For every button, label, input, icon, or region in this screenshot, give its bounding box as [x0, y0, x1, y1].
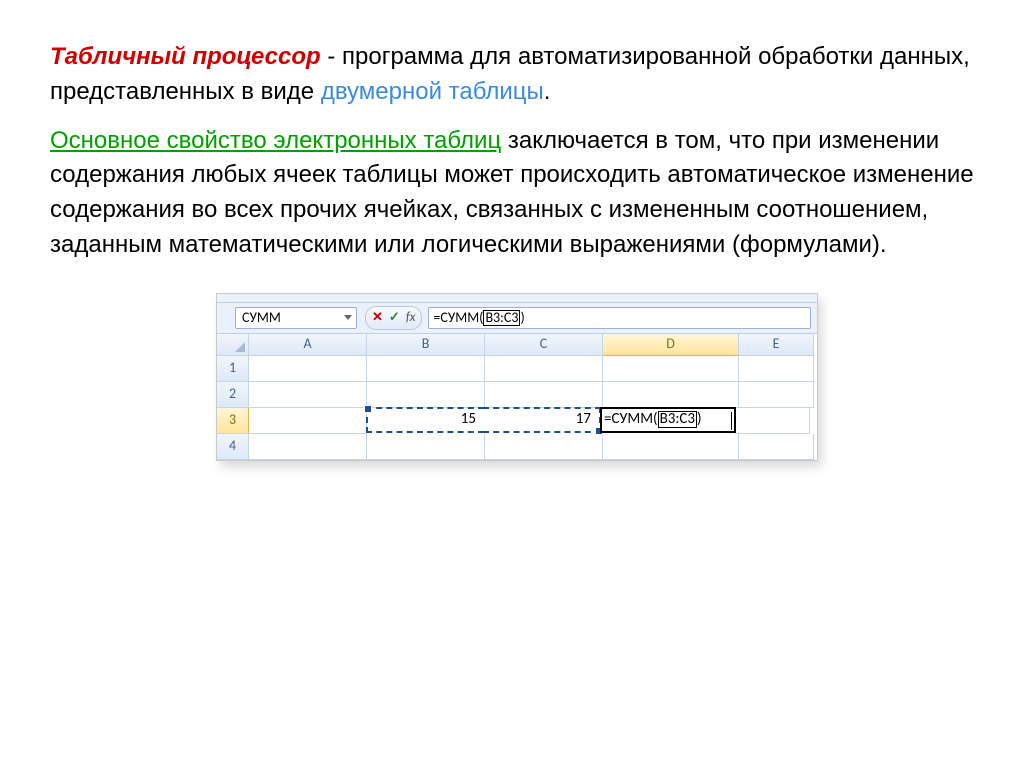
- cell-D3-editing[interactable]: =СУММ(B3:C3): [600, 407, 736, 433]
- cell-B2[interactable]: [367, 382, 485, 408]
- formula-range: B3:C3: [483, 310, 520, 326]
- name-box[interactable]: СУММ: [235, 307, 357, 329]
- formula-bar: СУММ ✕ ✓ fx =СУММ(B3:C3): [217, 303, 817, 334]
- cell-D2[interactable]: [603, 382, 739, 408]
- cell-C2[interactable]: [485, 382, 603, 408]
- row-header-2[interactable]: 2: [217, 382, 249, 408]
- col-header-A[interactable]: A: [249, 334, 367, 356]
- enter-icon[interactable]: ✓: [389, 311, 400, 324]
- name-box-dropdown-icon[interactable]: [344, 315, 352, 320]
- row-4: 4: [217, 434, 817, 460]
- edit-suffix: ): [697, 412, 702, 427]
- cell-E4[interactable]: [739, 434, 814, 460]
- cell-B3[interactable]: 15: [366, 407, 484, 433]
- cell-A1[interactable]: [249, 356, 367, 382]
- paragraph-2: Основное свойство электронных таблиц зак…: [50, 124, 984, 263]
- cell-E2[interactable]: [739, 382, 814, 408]
- row-1: 1: [217, 356, 817, 382]
- quick-access-bar: [217, 294, 817, 303]
- row-header-3[interactable]: 3: [217, 408, 249, 434]
- cell-B1[interactable]: [367, 356, 485, 382]
- text-caret: [731, 412, 732, 430]
- col-header-D[interactable]: D: [603, 334, 739, 356]
- col-header-E[interactable]: E: [739, 334, 814, 356]
- edit-prefix: =СУММ(: [604, 412, 658, 427]
- spreadsheet-screenshot: СУММ ✕ ✓ fx =СУММ(B3:C3) A B C D E 1: [216, 293, 818, 461]
- cell-B3-value: 15: [372, 409, 480, 431]
- cell-E1[interactable]: [739, 356, 814, 382]
- col-header-B[interactable]: B: [367, 334, 485, 356]
- cell-C1[interactable]: [485, 356, 603, 382]
- row-3: 3 15 17 =СУММ(B3:C3): [217, 408, 817, 434]
- para1-blue: двумерной таблицы: [321, 78, 544, 105]
- paragraph-1: Табличный процессор - программа для авто…: [50, 40, 984, 110]
- cell-E3[interactable]: [735, 408, 810, 434]
- para2-green: Основное свойство электронных таблиц: [50, 127, 501, 154]
- row-2: 2: [217, 382, 817, 408]
- select-all-corner[interactable]: [217, 334, 249, 356]
- cell-D1[interactable]: [603, 356, 739, 382]
- formula-prefix: =СУММ(: [433, 311, 483, 325]
- formula-suffix: ): [520, 311, 524, 325]
- fx-icon[interactable]: fx: [406, 311, 416, 324]
- row-header-4[interactable]: 4: [217, 434, 249, 460]
- cell-B4[interactable]: [367, 434, 485, 460]
- cell-A4[interactable]: [249, 434, 367, 460]
- column-header-row: A B C D E: [217, 334, 817, 356]
- formula-edit-controls: ✕ ✓ fx: [365, 306, 422, 330]
- col-header-C[interactable]: C: [485, 334, 603, 356]
- cancel-icon[interactable]: ✕: [372, 311, 383, 324]
- term-title: Табличный процессор: [50, 43, 321, 70]
- cell-D4[interactable]: [603, 434, 739, 460]
- cell-A3[interactable]: [249, 408, 367, 434]
- worksheet-grid: A B C D E 1 2 3 15 17: [217, 334, 817, 460]
- row-header-1[interactable]: 1: [217, 356, 249, 382]
- cell-C4[interactable]: [485, 434, 603, 460]
- formula-input[interactable]: =СУММ(B3:C3): [428, 307, 811, 329]
- cell-C3[interactable]: 17: [483, 407, 601, 433]
- cell-A2[interactable]: [249, 382, 367, 408]
- cell-C3-value: 17: [487, 409, 595, 431]
- edit-range: B3:C3: [658, 411, 697, 428]
- name-box-text: СУММ: [242, 311, 281, 325]
- para1-end: .: [544, 78, 551, 105]
